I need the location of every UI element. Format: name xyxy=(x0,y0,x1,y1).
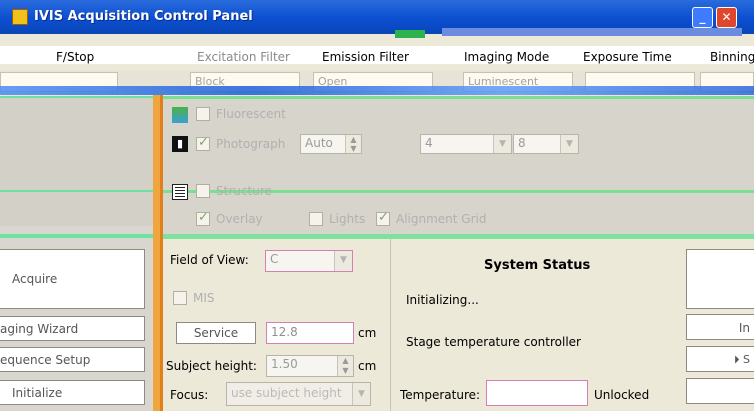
lights-checkbox[interactable] xyxy=(309,212,323,226)
photo-binning-value: 4 xyxy=(425,136,433,150)
structure-icon xyxy=(172,184,188,200)
left-panel-upper xyxy=(0,96,153,226)
overlay-label: Overlay xyxy=(216,212,263,226)
status-stage-temp: Stage temperature controller xyxy=(406,335,581,349)
left-divider-line xyxy=(0,96,153,98)
service-unit: cm xyxy=(358,326,377,340)
subject-height-spinner[interactable]: 1.50 ▲ ▼ xyxy=(266,355,354,377)
close-icon: ✕ xyxy=(721,10,732,24)
header-binning: Binning xyxy=(710,50,754,64)
left-divider-line xyxy=(0,234,153,238)
right-button-in-label: In xyxy=(738,321,750,335)
chevron-down-icon[interactable]: ▼ xyxy=(334,251,352,271)
focus-label: Focus: xyxy=(170,388,209,402)
sequence-setup-label: equence Setup xyxy=(0,352,91,367)
spinner-arrows-icon[interactable]: ▲ ▼ xyxy=(337,356,353,376)
alignment-grid-checkbox[interactable] xyxy=(376,210,390,226)
sequence-setup-button[interactable]: equence Setup xyxy=(0,347,145,372)
fluorescent-icon xyxy=(172,107,188,123)
title-artifact-strip xyxy=(395,30,425,38)
acquire-button[interactable]: Acquire xyxy=(0,249,145,309)
app-icon xyxy=(12,9,28,25)
fov-select[interactable]: C ▼ xyxy=(265,250,353,272)
focus-select[interactable]: use subject height ▼ xyxy=(226,382,371,406)
right-button-s-label: ⏵ S xyxy=(734,353,750,366)
temperature-display xyxy=(486,380,588,406)
right-large-button[interactable] xyxy=(686,249,754,309)
chevron-down-icon[interactable]: ▼ xyxy=(352,383,370,405)
photo-fstop-value: 8 xyxy=(518,136,526,150)
right-button-bottom[interactable] xyxy=(686,378,754,404)
title-artifact-band xyxy=(442,28,742,36)
photo-exposure-value: Auto xyxy=(305,136,333,150)
minimize-button[interactable]: _ xyxy=(692,7,713,28)
focus-value: use subject height xyxy=(231,386,342,400)
photo-binning-select[interactable]: 4 ▼ xyxy=(420,134,512,154)
fluorescent-label: Fluorescent xyxy=(216,107,286,121)
header-fstop: F/Stop xyxy=(56,50,95,64)
service-button[interactable]: Service xyxy=(176,322,256,344)
temperature-label: Temperature: xyxy=(400,388,481,402)
subject-height-unit: cm xyxy=(358,359,377,373)
section-divider xyxy=(163,96,754,99)
subject-height-value: 1.50 xyxy=(271,357,298,371)
spinner-arrows-icon[interactable]: ▲ ▼ xyxy=(345,135,361,153)
render-artifact-strip xyxy=(0,86,754,95)
photograph-checkbox[interactable] xyxy=(196,135,210,151)
header-exposure-time: Exposure Time xyxy=(583,50,672,64)
photograph-label: Photograph xyxy=(216,137,286,151)
header-imaging-mode: Imaging Mode xyxy=(464,50,550,64)
initialize-button[interactable]: Initialize xyxy=(0,380,145,405)
fov-value: C xyxy=(270,252,279,266)
mis-label: MIS xyxy=(193,291,215,305)
subject-height-label: Subject height: xyxy=(166,359,257,373)
status-initializing: Initializing... xyxy=(406,293,479,307)
mis-checkbox[interactable] xyxy=(173,291,187,305)
imaging-wizard-label: aging Wizard xyxy=(0,321,79,336)
chevron-down-icon[interactable]: ▼ xyxy=(493,135,511,153)
system-status-title: System Status xyxy=(484,258,591,273)
photo-fstop-select[interactable]: 8 ▼ xyxy=(513,134,579,154)
photograph-icon: ▮ xyxy=(172,136,188,152)
alignment-grid-label: Alignment Grid xyxy=(396,212,487,226)
header-excitation-filter: Excitation Filter xyxy=(197,50,290,64)
photo-exposure-spinner[interactable]: Auto ▲ ▼ xyxy=(300,134,362,154)
chevron-down-icon[interactable]: ▼ xyxy=(560,135,578,153)
panel-splitter[interactable] xyxy=(153,95,160,411)
fluorescent-checkbox[interactable] xyxy=(196,107,210,121)
right-button-s[interactable]: ⏵ S xyxy=(686,346,754,372)
temperature-state: Unlocked xyxy=(594,388,650,402)
left-divider-line xyxy=(0,190,153,192)
structure-checkbox[interactable] xyxy=(196,184,210,198)
right-button-in[interactable]: In xyxy=(686,314,754,340)
header-emission-filter: Emission Filter xyxy=(322,50,409,64)
initialize-label: Initialize xyxy=(12,385,63,400)
structure-label: Structure xyxy=(216,184,272,198)
imaging-wizard-button[interactable]: aging Wizard xyxy=(0,316,145,341)
service-distance-field[interactable]: 12.8 xyxy=(266,322,354,344)
acquire-label: Acquire xyxy=(12,272,58,286)
close-button[interactable]: ✕ xyxy=(716,7,737,28)
minimize-icon: _ xyxy=(699,10,706,24)
window-title: IVIS Acquisition Control Panel xyxy=(34,9,253,24)
fov-label: Field of View: xyxy=(170,253,249,267)
overlay-checkbox[interactable] xyxy=(196,210,210,226)
lights-label: Lights xyxy=(329,212,366,226)
